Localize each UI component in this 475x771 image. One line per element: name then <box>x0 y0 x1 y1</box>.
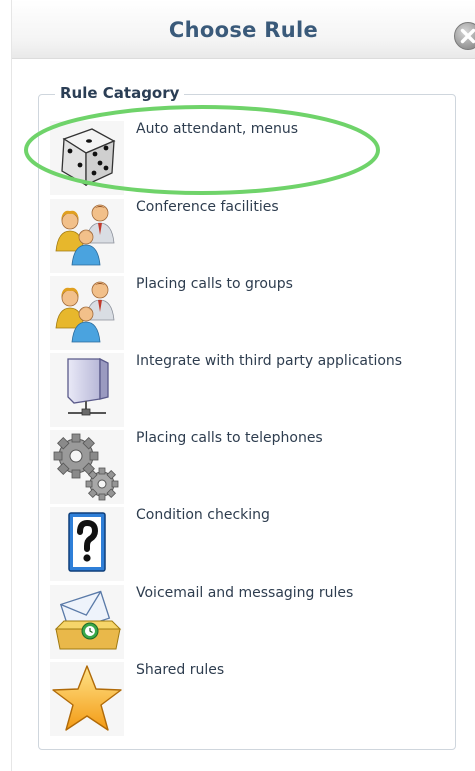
rule-item-label: Placing calls to telephones <box>136 430 323 446</box>
rule-item-group-calls[interactable]: Placing calls to groups <box>50 276 440 350</box>
people-icon <box>50 199 124 273</box>
rule-item-label: Integrate with third party applications <box>136 353 403 369</box>
close-icon[interactable] <box>453 21 475 51</box>
left-border <box>11 0 12 771</box>
rule-category-legend: Rule Catagory <box>55 84 185 102</box>
rule-item-third-party[interactable]: Integrate with third party applications <box>50 353 440 427</box>
gears-icon <box>50 430 124 504</box>
rule-item-condition[interactable]: Condition checking <box>50 507 440 581</box>
rule-item-conference[interactable]: Conference facilities <box>50 199 440 273</box>
rule-item-label: Voicemail and messaging rules <box>136 585 354 601</box>
question-mark-icon <box>50 507 124 581</box>
star-icon <box>50 662 124 736</box>
rule-item-label: Condition checking <box>136 507 270 523</box>
rule-item-label: Conference facilities <box>136 199 279 215</box>
rule-item-label: Shared rules <box>136 662 225 678</box>
rule-item-telephones[interactable]: Placing calls to telephones <box>50 430 440 504</box>
rule-item-shared[interactable]: Shared rules <box>50 662 440 736</box>
envelope-inbox-icon <box>50 585 124 659</box>
dialog-title: Choose Rule <box>168 18 319 42</box>
highlight-ellipse <box>22 103 382 197</box>
people-icon <box>50 276 124 350</box>
rule-item-label: Placing calls to groups <box>136 276 293 292</box>
rule-item-voicemail[interactable]: Voicemail and messaging rules <box>50 585 440 659</box>
dialog-header: Choose Rule <box>12 0 475 59</box>
network-computer-icon <box>50 353 124 427</box>
